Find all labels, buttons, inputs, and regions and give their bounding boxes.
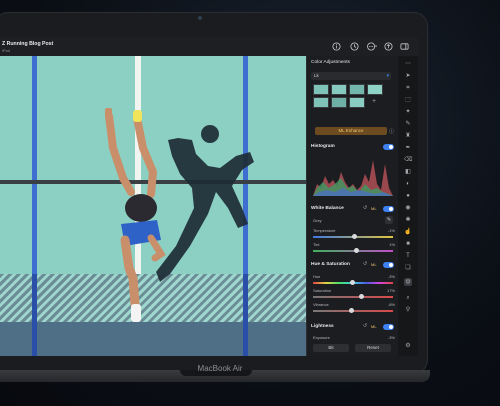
vibrance-label: Vibrance	[313, 302, 329, 307]
preset-thumbnail[interactable]	[349, 97, 365, 108]
preset-thumbnail[interactable]	[331, 84, 347, 95]
ml-badge[interactable]: ML	[371, 206, 377, 211]
hue-saturation-label: Hue & Saturation	[311, 262, 350, 267]
brand-label: MacBook Air	[197, 364, 243, 373]
tint-label: Tint	[313, 242, 320, 247]
adjustments-panel: Color Adjustments Lk ▾ + ML Enhance ⓘ Hi…	[306, 56, 399, 356]
pen-icon[interactable]: ✒	[404, 144, 412, 152]
document-title[interactable]: Z Running Blog Post	[2, 41, 53, 47]
dodge-icon[interactable]: ◉	[404, 204, 412, 212]
gradient-icon[interactable]: ◐	[404, 180, 412, 188]
photo-canvas[interactable]	[0, 56, 306, 356]
hue-value: -3%	[387, 274, 395, 279]
fill-icon[interactable]: ◧	[404, 168, 412, 176]
lane-line	[243, 274, 248, 356]
temperature-value: -1%	[387, 228, 395, 233]
saturation-value: 17%	[386, 288, 395, 293]
eraser-icon[interactable]: ⌫	[404, 156, 412, 164]
tint-value: 1%	[389, 242, 395, 247]
slider-knob[interactable]	[352, 234, 357, 239]
eyedropper-icon[interactable]: ✎	[385, 216, 393, 224]
preset-thumbnail[interactable]	[313, 84, 329, 95]
preset-thumbnail[interactable]	[349, 84, 365, 95]
vibrance-value: -8%	[387, 302, 395, 307]
preset-thumbnail[interactable]	[367, 84, 383, 95]
document-subtitle: iPad	[2, 48, 11, 53]
add-preset-icon[interactable]: +	[367, 97, 381, 106]
exposure-label: Exposure	[313, 335, 330, 340]
histogram-chart	[313, 160, 393, 196]
temperature-label: Temperature	[313, 228, 336, 233]
reset-icon[interactable]: ↺	[363, 205, 367, 211]
share-icon[interactable]	[384, 42, 393, 51]
smudge-icon[interactable]: ☝	[404, 228, 412, 236]
clock-icon[interactable]	[350, 42, 359, 51]
reset-icon[interactable]: ↺	[363, 261, 367, 267]
info-icon[interactable]	[332, 42, 341, 51]
preset-dropdown[interactable]: Lk ▾	[311, 72, 391, 80]
blur-icon[interactable]: ●	[404, 192, 412, 200]
runner	[105, 108, 166, 322]
reset-button[interactable]: Reset	[355, 344, 391, 352]
hue-label: Hue	[313, 274, 321, 279]
slider-knob[interactable]	[354, 248, 359, 253]
wand-icon[interactable]: ✦	[404, 108, 412, 116]
saturation-slider[interactable]	[313, 294, 393, 299]
preset-thumbnail[interactable]	[331, 97, 347, 108]
hue-slider[interactable]	[313, 280, 393, 285]
toolbar: Z Running Blog Post iPad	[0, 38, 418, 57]
white-balance-toggle[interactable]	[383, 206, 394, 212]
sidebar-icon[interactable]	[400, 42, 409, 51]
chevron-down-icon: ▾	[386, 73, 389, 79]
saturation-label: Saturation	[313, 288, 332, 293]
ml-badge[interactable]: ML	[371, 262, 377, 267]
vibrance-slider[interactable]	[313, 308, 393, 313]
pointer-icon[interactable]: ➤	[404, 72, 412, 80]
tool-rail: ⋯ ➤ ⌗ ⬚ ✦ ✎ ♜ ✒ ⌫ ◧ ◐ ● ◉ ✱ ☝ ■ T ❏ ◍ ⌕ …	[398, 56, 418, 356]
slider-knob[interactable]	[349, 308, 354, 313]
layers-icon[interactable]: ❏	[404, 264, 412, 272]
temperature-slider[interactable]	[313, 234, 393, 239]
crop-icon[interactable]: ⌗	[404, 84, 412, 92]
select-icon[interactable]: ⬚	[404, 96, 412, 104]
slider-knob[interactable]	[350, 280, 355, 285]
panel-title: Color Adjustments	[311, 60, 350, 65]
ml-badge[interactable]: ML	[371, 324, 377, 329]
more-icon[interactable]: ⋯	[404, 60, 412, 68]
camera	[198, 16, 202, 20]
adjustments-icon[interactable]: ◍	[404, 278, 412, 286]
lightness-label: Lightness	[311, 324, 334, 329]
more-icon[interactable]	[366, 42, 378, 51]
lightness-toggle[interactable]	[383, 324, 394, 330]
brush-icon[interactable]: ✎	[404, 120, 412, 128]
slider-knob[interactable]	[359, 294, 364, 299]
eyedropper-icon[interactable]: ⚲	[404, 306, 412, 314]
bit-button[interactable]: Bit	[313, 344, 349, 352]
sponge-icon[interactable]: ✱	[404, 216, 412, 224]
settings-icon[interactable]: ⚙	[404, 342, 412, 350]
info-icon[interactable]: ⓘ	[389, 128, 394, 135]
ml-enhance-button[interactable]: ML Enhance	[315, 127, 387, 135]
hue-saturation-toggle[interactable]	[383, 262, 394, 268]
exposure-value: -3%	[387, 335, 395, 340]
zoom-icon[interactable]: ⌕	[404, 294, 412, 302]
shape-icon[interactable]: ■	[404, 240, 412, 248]
lane-line	[32, 274, 37, 356]
screen: Z Running Blog Post iPad Color Adjustmen…	[0, 38, 418, 356]
tint-slider[interactable]	[313, 248, 393, 253]
stamp-icon[interactable]: ♜	[404, 132, 412, 140]
preset-thumbnail[interactable]	[313, 97, 329, 108]
text-icon[interactable]: T	[404, 252, 412, 260]
white-balance-label: White Balance	[311, 206, 344, 211]
histogram-label: Histogram	[311, 144, 335, 149]
reset-icon[interactable]: ↺	[363, 323, 367, 329]
histogram-toggle[interactable]	[383, 144, 394, 150]
preset-value: Lk	[314, 73, 319, 78]
wb-mode-label: Grey	[313, 218, 322, 223]
